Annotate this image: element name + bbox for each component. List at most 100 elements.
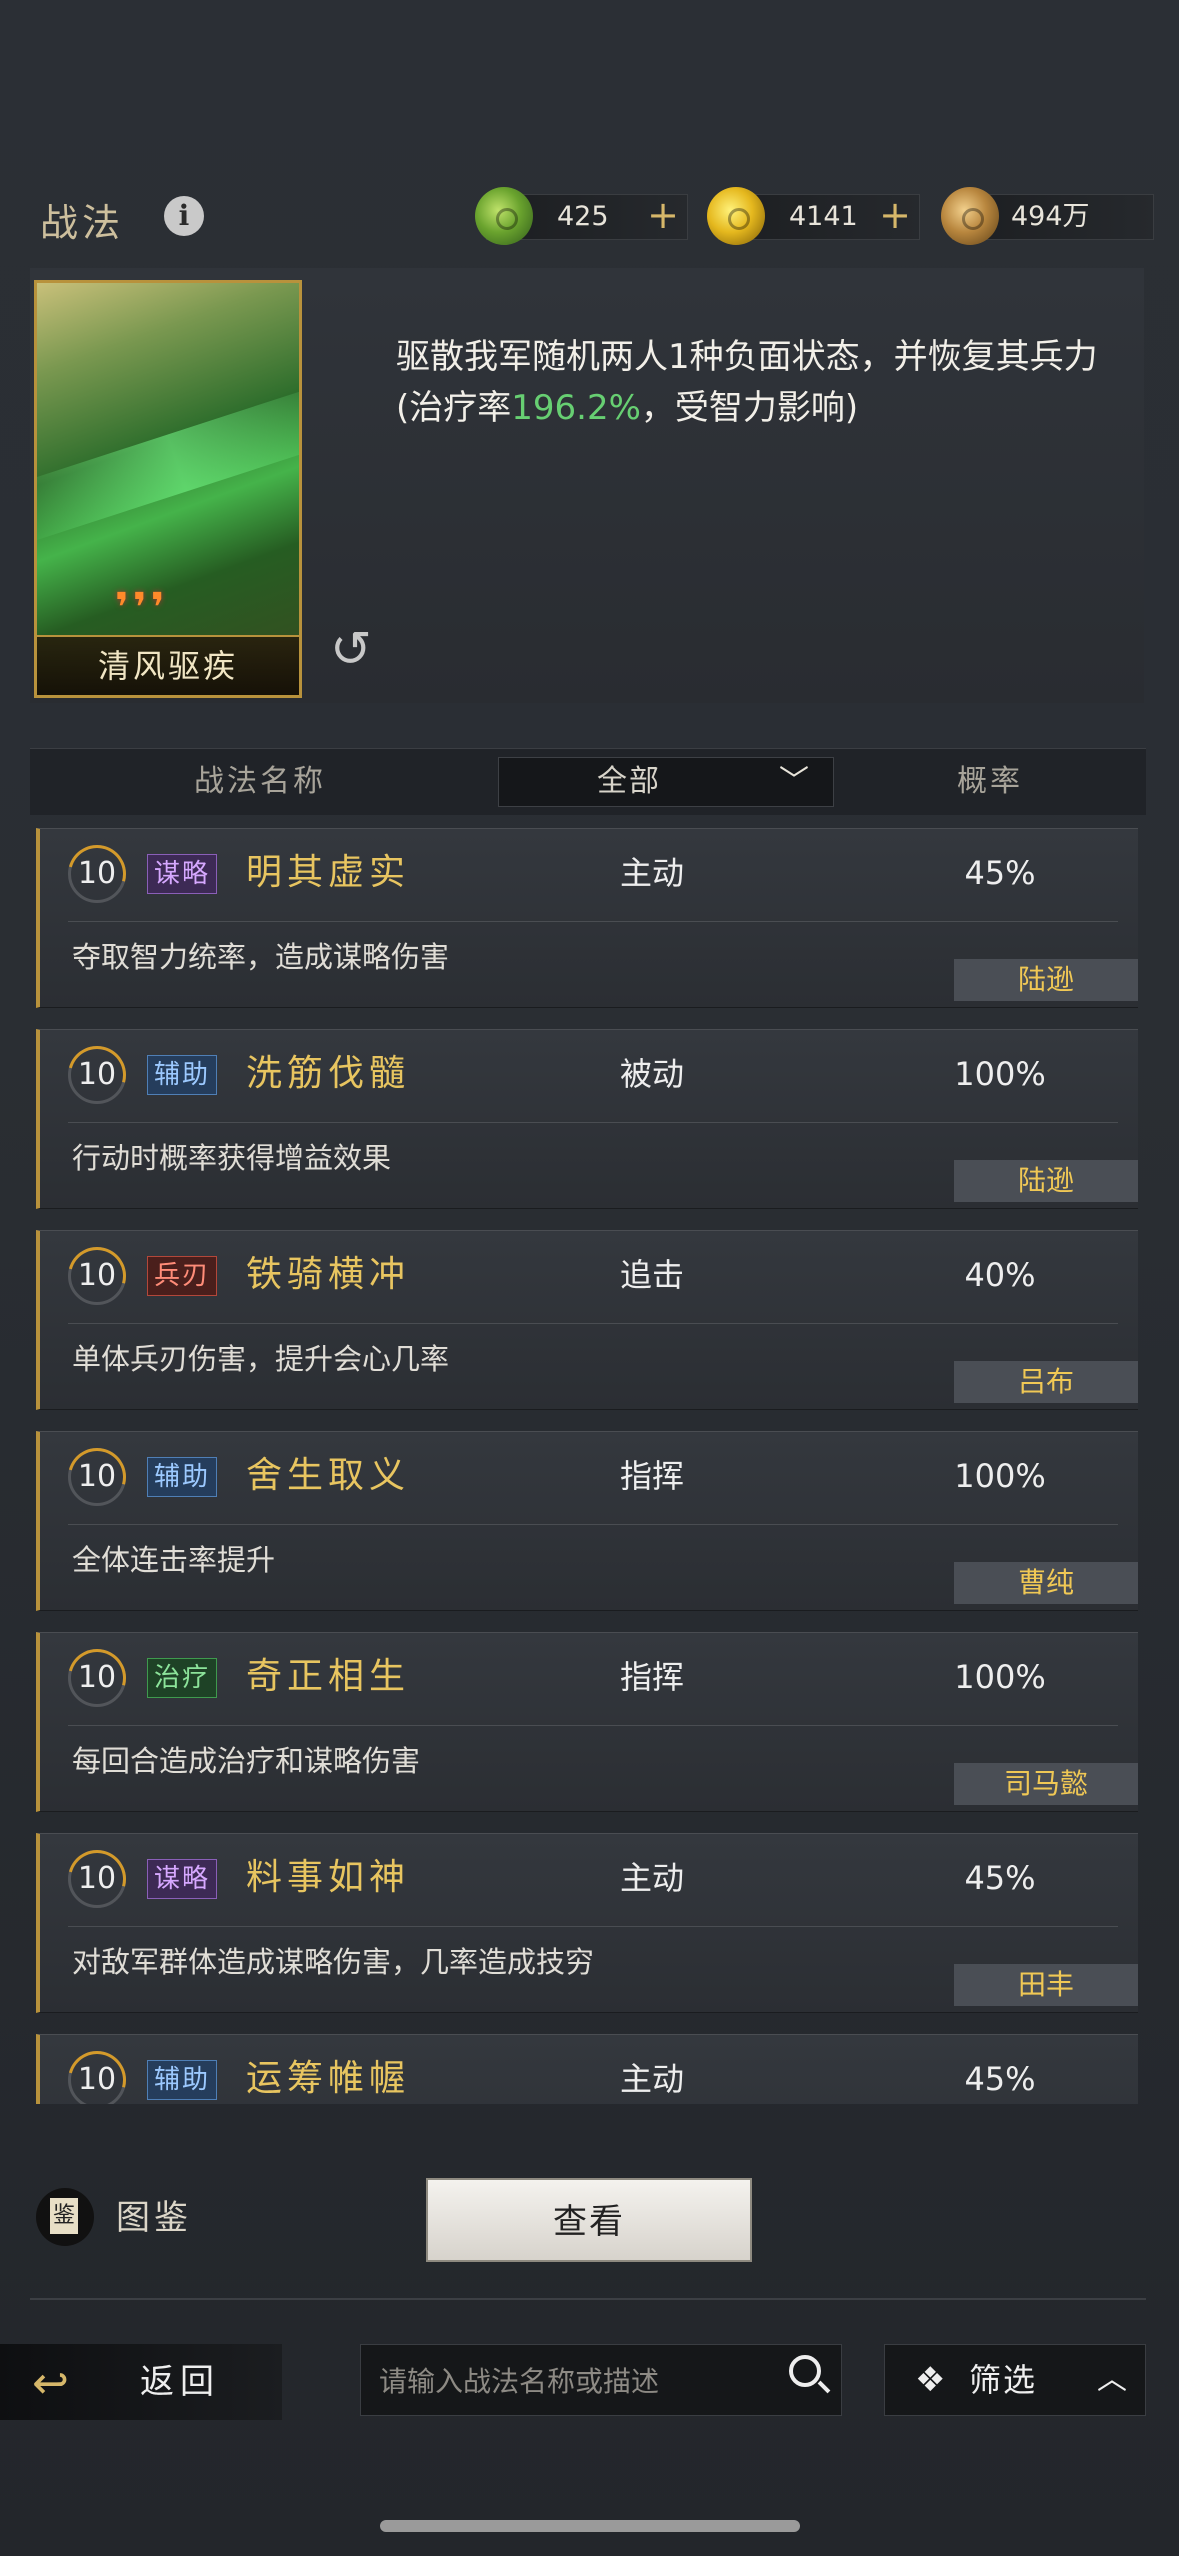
hero-badge: 田丰 xyxy=(954,1964,1138,2006)
divider xyxy=(68,1122,1118,1123)
divider xyxy=(68,1323,1118,1324)
level-ring: 10 xyxy=(68,845,126,903)
divider xyxy=(30,2298,1146,2300)
skill-tag: 治疗 xyxy=(147,1658,218,1698)
skill-tag: 谋略 xyxy=(147,854,218,894)
copper-coin-icon xyxy=(941,187,999,245)
filter-label: 筛选 xyxy=(969,2361,1038,2399)
heal-rate: 196.2% xyxy=(511,388,641,428)
atlas-glyph: 鉴 xyxy=(50,2198,78,2234)
skill-name: 洗筋伐髓 xyxy=(246,1053,411,1094)
skill-rate: 40% xyxy=(964,1256,1036,1294)
top-bar: 战法 i 425 + 4141 + 494万 xyxy=(0,180,1179,250)
copper-currency: 494万 xyxy=(941,187,1154,245)
card-art xyxy=(37,378,299,548)
skill-tag: 兵刃 xyxy=(147,1256,218,1296)
selected-skill-panel: ❜❜❜ 清风驱疾 驱散我军随机两人1种负面状态，并恢复其兵力(治疗率196.2%… xyxy=(30,268,1144,703)
back-label: 返回 xyxy=(140,2362,220,2402)
skill-name: 铁骑横冲 xyxy=(246,1254,411,1295)
hero-badge: 陆逊 xyxy=(954,1160,1138,1202)
skill-type: 主动 xyxy=(620,854,685,892)
skill-summary: 行动时概率获得增益效果 xyxy=(72,1141,392,1175)
grade-pips-icon: ❜❜❜ xyxy=(115,585,169,631)
filter-button[interactable]: ❖ 筛选 ︿ xyxy=(884,2344,1146,2416)
hero-badge: 曹纯 xyxy=(954,1562,1138,1604)
skill-type: 主动 xyxy=(620,2060,685,2098)
skill-type: 被动 xyxy=(620,1055,685,1093)
list-item[interactable]: 10 兵刃 铁骑横冲 追击 40% 单体兵刃伤害，提升会心几率 吕布 xyxy=(36,1230,1138,1410)
list-item[interactable]: 10 辅助 舍生取义 指挥 100% 全体连击率提升 曹纯 xyxy=(36,1431,1138,1611)
back-button[interactable]: ↩ 返回 xyxy=(0,2344,282,2420)
skill-rate: 100% xyxy=(954,1055,1046,1093)
level-ring: 10 xyxy=(68,1850,126,1908)
skill-rate: 45% xyxy=(964,854,1036,892)
skill-type: 追击 xyxy=(620,1256,685,1294)
skill-summary: 每回合造成治疗和谋略伤害 xyxy=(72,1744,421,1778)
search-icon[interactable] xyxy=(789,2355,821,2387)
skill-type: 指挥 xyxy=(620,1457,685,1495)
table-header: 战法名称 全部 ﹀ 概率 xyxy=(30,748,1146,815)
skill-tag: 辅助 xyxy=(147,1055,218,1095)
desc-text-end: ，受智力影响) xyxy=(640,388,859,428)
back-arrow-icon: ↩ xyxy=(32,2358,69,2409)
type-filter-dropdown[interactable]: 全部 ﹀ xyxy=(498,757,834,807)
level-ring: 10 xyxy=(68,1046,126,1104)
skill-name: 明其虚实 xyxy=(246,852,411,893)
gold-coin-icon xyxy=(707,187,765,245)
list-item[interactable]: 10 谋略 明其虚实 主动 45% 夺取智力统率，造成谋略伤害 陆逊 xyxy=(36,828,1138,1008)
level-ring: 10 xyxy=(68,1649,126,1707)
divider xyxy=(68,1725,1118,1726)
search-box xyxy=(360,2344,842,2417)
skill-list[interactable]: 10 谋略 明其虚实 主动 45% 夺取智力统率，造成谋略伤害 陆逊 10 辅助… xyxy=(32,828,1144,2104)
jade-coin-icon xyxy=(475,187,533,245)
hero-badge: 吕布 xyxy=(954,1361,1138,1403)
column-name-header: 战法名称 xyxy=(194,764,326,799)
skill-rate: 100% xyxy=(954,1658,1046,1696)
skill-summary: 对敌军群体造成谋略伤害，几率造成技穷 xyxy=(72,1945,595,1979)
skill-name: 奇正相生 xyxy=(246,1656,411,1697)
home-indicator[interactable] xyxy=(380,2520,800,2532)
level-ring: 10 xyxy=(68,1247,126,1305)
gold-add-button[interactable]: + xyxy=(879,193,911,237)
view-button[interactable]: 查看 xyxy=(426,2178,752,2262)
skill-rate: 45% xyxy=(964,1859,1036,1897)
skill-summary: 单体兵刃伤害，提升会心几率 xyxy=(72,1342,450,1376)
skill-tag: 辅助 xyxy=(147,1457,218,1497)
skill-rate: 100% xyxy=(954,1457,1046,1495)
hero-badge: 司马懿 xyxy=(954,1763,1138,1805)
hero-badge: 陆逊 xyxy=(954,959,1138,1001)
skill-tag: 辅助 xyxy=(147,2060,218,2100)
atlas-label[interactable]: 图鉴 xyxy=(116,2196,192,2240)
column-rate-header: 概率 xyxy=(957,764,1023,799)
filter-value: 全部 xyxy=(597,764,661,799)
skill-card[interactable]: ❜❜❜ 清风驱疾 xyxy=(34,280,302,698)
skill-type: 指挥 xyxy=(620,1658,685,1696)
jade-add-button[interactable]: + xyxy=(647,193,679,237)
card-name: 清风驱疾 xyxy=(97,647,238,685)
page-title: 战法 xyxy=(40,201,125,245)
list-item[interactable]: 10 谋略 料事如神 主动 45% 对敌军群体造成谋略伤害，几率造成技穷 田丰 xyxy=(36,1833,1138,2013)
info-icon[interactable]: i xyxy=(164,196,204,236)
gold-currency: 4141 + xyxy=(707,187,920,245)
skill-summary: 全体连击率提升 xyxy=(72,1543,276,1577)
level-ring: 10 xyxy=(68,1448,126,1506)
skill-type: 主动 xyxy=(620,1859,685,1897)
copper-value: 494万 xyxy=(1011,201,1090,232)
skill-name: 运筹帷幄 xyxy=(246,2058,411,2099)
search-input[interactable] xyxy=(377,2345,761,2417)
list-item[interactable]: 10 辅助 运筹帷幄 主动 45% xyxy=(36,2034,1138,2104)
list-item[interactable]: 10 辅助 洗筋伐髓 被动 100% 行动时概率获得增益效果 陆逊 xyxy=(36,1029,1138,1209)
level-ring: 10 xyxy=(68,2051,126,2104)
skill-rate: 45% xyxy=(964,2060,1036,2098)
atlas-icon[interactable]: 鉴 xyxy=(36,2188,94,2246)
skill-name: 舍生取义 xyxy=(246,1455,411,1496)
gold-value: 4141 xyxy=(789,201,858,232)
jade-currency: 425 + xyxy=(475,187,688,245)
refresh-icon[interactable]: ↺ xyxy=(330,620,372,678)
skill-tag: 谋略 xyxy=(147,1859,218,1899)
list-item[interactable]: 10 治疗 奇正相生 指挥 100% 每回合造成治疗和谋略伤害 司马懿 xyxy=(36,1632,1138,1812)
filter-icon: ❖ xyxy=(915,2360,946,2400)
chevron-down-icon: ﹀ xyxy=(779,764,809,799)
jade-value: 425 xyxy=(557,201,609,232)
divider xyxy=(68,1524,1118,1525)
